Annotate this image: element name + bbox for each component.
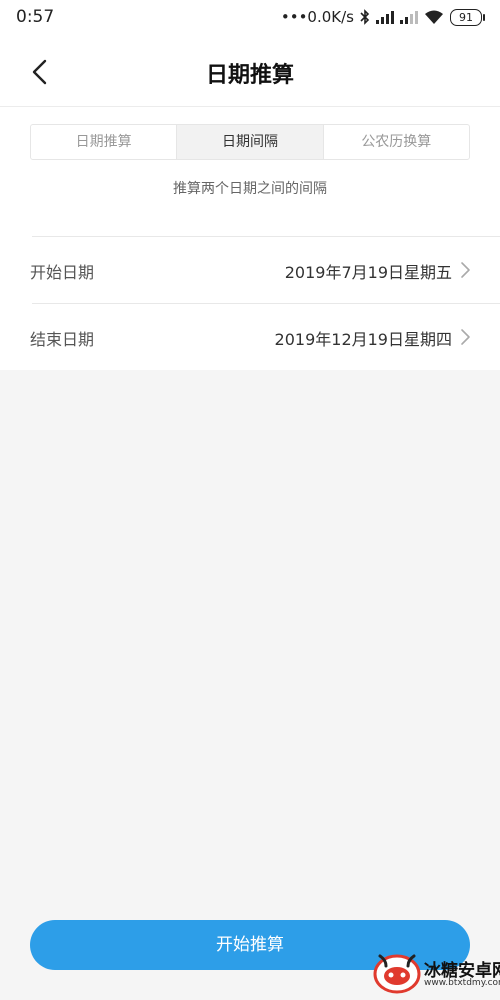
segment-tabs: 日期推算 日期间隔 公农历换算 [30,124,470,160]
status-bar: 0:57 •••0.0K/s 91 [0,0,500,36]
end-date-value: 2019年12月19日星期四 [274,330,452,349]
status-indicators: •••0.0K/s 91 [280,8,485,26]
chevron-right-icon [461,329,470,345]
watermark-logo: 冰糖安卓网 www.btxtdmy.com [372,934,500,1000]
network-speed: •••0.0K/s [280,8,354,26]
tab-date-calc[interactable]: 日期推算 [31,125,178,159]
signal-icon-1 [376,10,394,24]
tab-date-interval[interactable]: 日期间隔 [177,125,324,159]
tab-description: 推算两个日期之间的间隔 [173,181,327,197]
nav-bar: 日期推算 [0,40,500,107]
wifi-icon [425,10,443,24]
tab-calendar-convert[interactable]: 公农历换算 [324,125,469,159]
signal-icon-2 [400,10,418,24]
chevron-right-icon [461,262,470,278]
start-date-value: 2019年7月19日星期五 [284,263,452,282]
page-title: 日期推算 [205,63,294,88]
end-date-label: 结束日期 [30,330,95,349]
start-date-label: 开始日期 [30,263,95,282]
watermark-url: www.btxtdmy.com [424,978,500,988]
battery-level: 91 [459,10,473,24]
start-date-row[interactable]: 开始日期 2019年7月19日星期五 [0,237,500,303]
end-date-row[interactable]: 结束日期 2019年12月19日星期四 [0,304,500,370]
mascot-icon [373,954,421,994]
bluetooth-icon [360,9,370,25]
status-time: 0:57 [16,7,55,27]
battery-icon: 91 [450,8,485,26]
